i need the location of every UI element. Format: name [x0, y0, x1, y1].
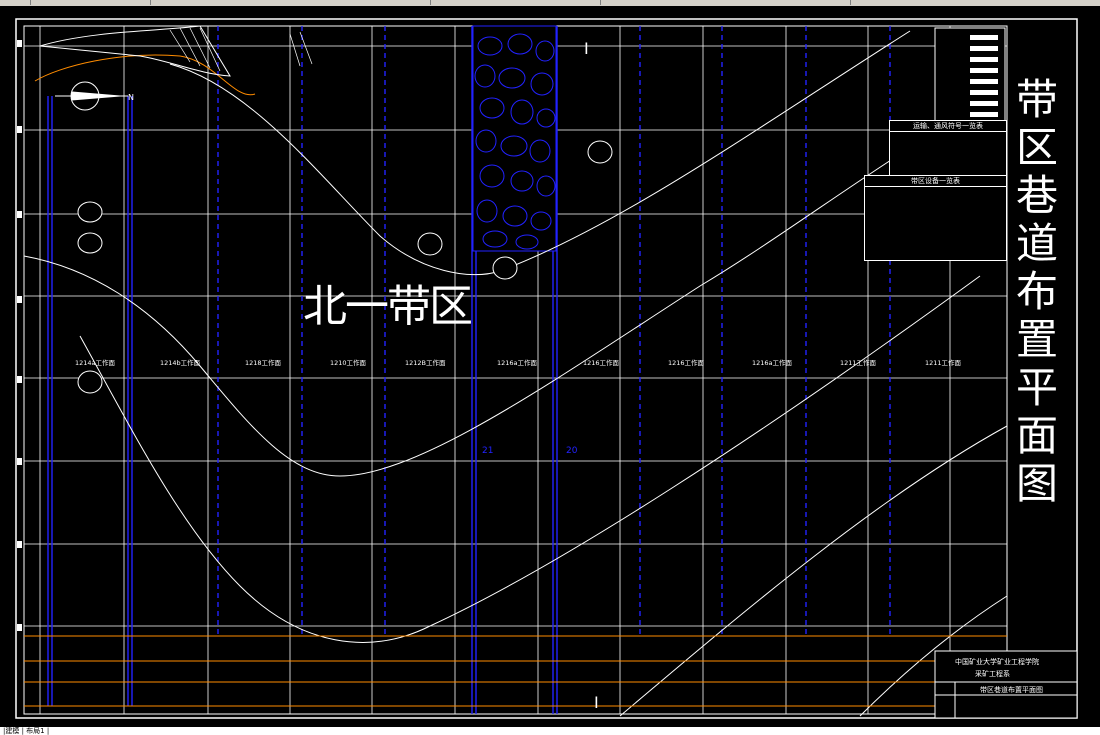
- title-char: 巷: [1015, 171, 1058, 220]
- drawing-canvas[interactable]: N I I 1214a工作面 1214b工作面 1218工作面 1210工作面 …: [0, 6, 1100, 727]
- color-dropdown[interactable]: [430, 0, 601, 5]
- toolbar-button[interactable]: [0, 0, 31, 5]
- title-char: 图: [1015, 459, 1058, 508]
- title-char: 面: [1015, 411, 1058, 460]
- fault-hatch: [39, 25, 313, 77]
- north-label: N: [128, 93, 134, 102]
- title-char: 置: [1015, 315, 1058, 364]
- layer-dropdown[interactable]: [270, 0, 431, 5]
- svg-text:1216a工作面: 1216a工作面: [752, 358, 793, 367]
- title-char: 带: [1015, 75, 1058, 124]
- legend-block-top: [934, 27, 1006, 127]
- title-char: 道: [1015, 219, 1058, 268]
- frame-ticks: [17, 40, 22, 631]
- legend-table-transport-title: 运输、通风符号一览表: [890, 121, 1006, 132]
- svg-text:21: 21: [482, 446, 493, 456]
- legend-table-equipment-title: 带区设备一览表: [865, 176, 1006, 187]
- svg-text:1214b工作面: 1214b工作面: [160, 358, 201, 367]
- svg-text:1216a工作面: 1216a工作面: [497, 358, 538, 367]
- north-arrow-icon: [55, 81, 128, 111]
- svg-text:20: 20: [566, 446, 578, 456]
- svg-text:1211工作面: 1211工作面: [840, 358, 877, 367]
- road-labels: 21 20: [482, 446, 578, 456]
- layout-tabs[interactable]: |建模 | 布局1 |: [0, 727, 1100, 735]
- cad-drawing: N I I 1214a工作面 1214b工作面 1218工作面 1210工作面 …: [15, 18, 1078, 719]
- goaf-area: [472, 25, 557, 252]
- linetype-dropdown[interactable]: [600, 0, 851, 5]
- svg-text:带区巷道布置平面图: 带区巷道布置平面图: [980, 685, 1043, 694]
- svg-text:采矿工程系: 采矿工程系: [975, 669, 1010, 678]
- toolbar-button[interactable]: [130, 0, 151, 5]
- roadways: [47, 26, 891, 714]
- legend-table-equipment: 带区设备一览表: [864, 175, 1007, 261]
- title-char: 布: [1015, 267, 1058, 316]
- svg-text:中国矿业大学矿业工程学院: 中国矿业大学矿业工程学院: [955, 657, 1039, 666]
- section-marker-bottom: I: [594, 693, 599, 712]
- svg-text:1211工作面: 1211工作面: [925, 358, 962, 367]
- legend-table-transport: 运输、通风符号一览表: [889, 120, 1007, 182]
- svg-text:1212B工作面: 1212B工作面: [405, 358, 446, 367]
- title-char: 区: [1015, 123, 1058, 172]
- svg-text:1218工作面: 1218工作面: [245, 358, 282, 367]
- svg-text:1216工作面: 1216工作面: [668, 358, 705, 367]
- region-label: 北一带区: [303, 281, 473, 332]
- svg-text:1214a工作面: 1214a工作面: [75, 358, 116, 367]
- title-char: 平: [1015, 363, 1058, 412]
- svg-text:1216工作面: 1216工作面: [583, 358, 620, 367]
- svg-text:1210工作面: 1210工作面: [330, 358, 367, 367]
- section-marker-top: I: [584, 39, 589, 58]
- drawing-title: 带 区 巷 道 布 置 平 面 图: [1012, 76, 1062, 508]
